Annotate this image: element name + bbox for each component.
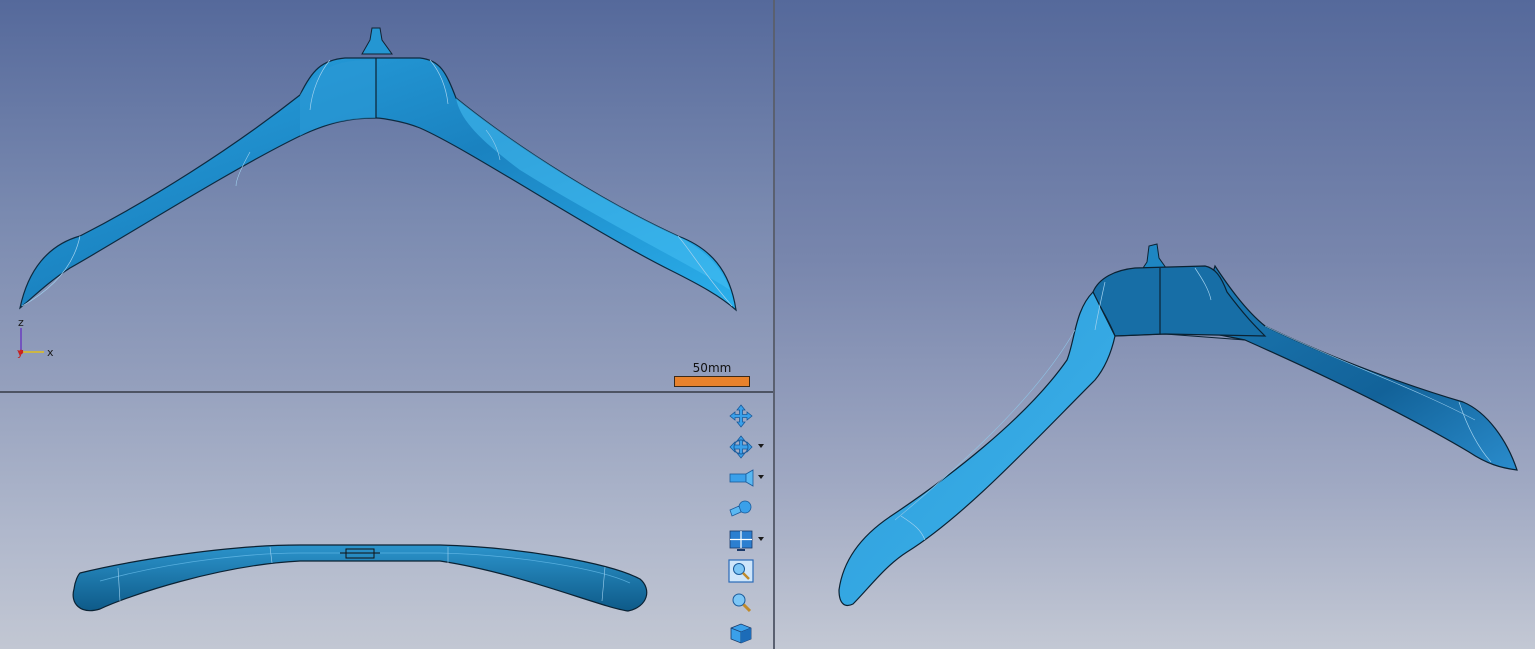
axis-z-label: z [18,316,24,329]
rotate-button[interactable] [727,433,764,461]
top-viewport[interactable] [0,393,773,649]
layout-button[interactable] [727,526,764,554]
hanger-front-view [19,27,737,312]
view-cube-icon [730,623,752,644]
camera-icon [729,469,754,487]
view-cube-button[interactable] [727,619,761,647]
axis-y-label: y [17,346,24,359]
scale-bar-rect [674,376,750,387]
zoom-window-icon [728,559,754,583]
layout-icon [729,530,753,551]
scale-bar-label: 50mm [692,361,732,375]
scale-bar: 50mm [673,361,751,389]
light-icon [729,500,752,517]
pan-icon [729,404,753,428]
iso-viewport[interactable] [775,0,1535,649]
front-viewport[interactable]: z y x 50mm [0,0,773,391]
camera-dropdown-caret[interactable] [758,475,764,479]
rotate-dropdown-caret[interactable] [758,444,764,448]
rotate-icon [729,435,753,459]
light-button[interactable] [727,495,761,523]
axis-triad: z y x [14,316,64,360]
zoom-button[interactable] [727,588,761,616]
zoom-window-button[interactable] [727,557,761,585]
hanger-iso-view [838,243,1518,607]
zoom-icon [732,593,752,613]
hanger-top-view [72,544,648,612]
camera-button[interactable] [727,464,764,492]
layout-dropdown-caret[interactable] [758,537,764,541]
view-toolbar [727,402,769,649]
axis-x-label: x [47,346,54,359]
pan-button[interactable] [727,402,761,430]
